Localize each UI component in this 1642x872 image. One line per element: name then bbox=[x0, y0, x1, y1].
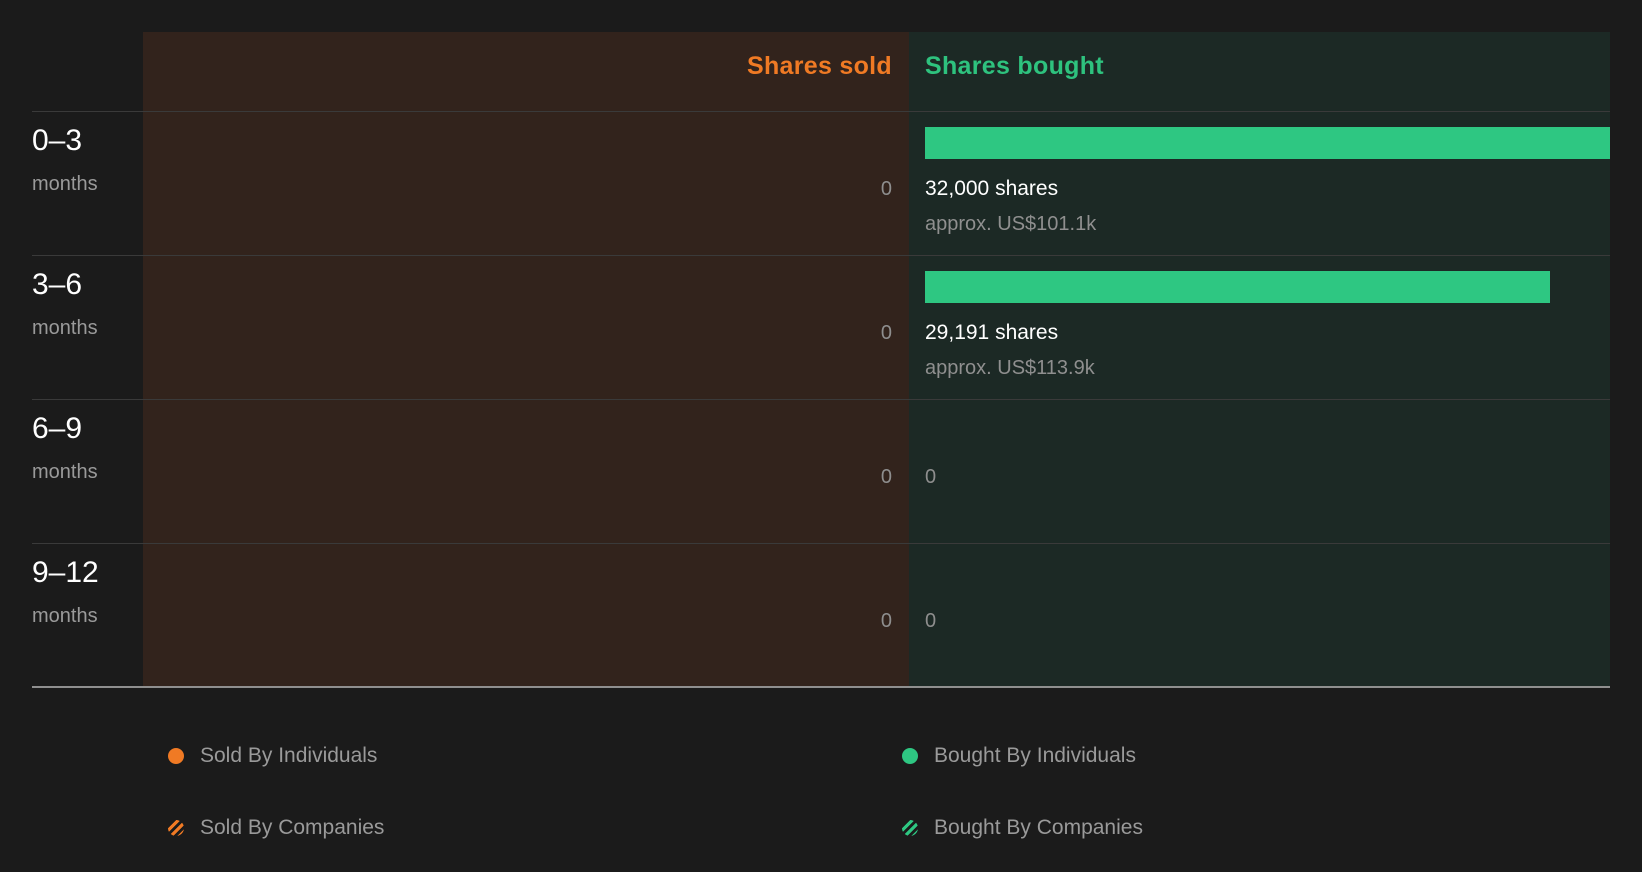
period-row: 9–12 months 0 0 bbox=[0, 544, 1642, 688]
period-unit-label: months bbox=[32, 605, 98, 627]
shares-bought-zero: 0 bbox=[925, 466, 937, 488]
period-row: 6–9 months 0 0 bbox=[0, 400, 1642, 544]
shares-bought-header: Shares bought bbox=[925, 52, 1104, 80]
shares-sold-header: Shares sold bbox=[746, 52, 892, 80]
shares-sold-value: 0 bbox=[880, 322, 892, 344]
legend-swatch-icon bbox=[902, 748, 918, 764]
insider-trading-chart: Shares sold Shares bought 0–3 months 0 3… bbox=[0, 0, 1642, 872]
legend-hatched-swatch-icon bbox=[902, 820, 918, 836]
period-row: 3–6 months 0 29,191 shares approx. US$11… bbox=[0, 256, 1642, 400]
legend-label: Sold By Individuals bbox=[200, 744, 378, 767]
period-unit-label: months bbox=[32, 461, 98, 483]
legend-swatch-icon bbox=[168, 748, 184, 764]
legend-label: Bought By Companies bbox=[934, 816, 1143, 839]
legend-label: Sold By Companies bbox=[200, 816, 385, 839]
legend-item-sold-individuals[interactable]: Sold By Individuals bbox=[168, 741, 377, 771]
period-range-label: 0–3 bbox=[32, 124, 83, 157]
period-range-label: 3–6 bbox=[32, 268, 83, 301]
legend-item-sold-companies[interactable]: Sold By Companies bbox=[168, 813, 384, 843]
legend-hatched-swatch-icon bbox=[168, 820, 184, 836]
shares-sold-value: 0 bbox=[880, 466, 892, 488]
period-unit-label: months bbox=[32, 317, 98, 339]
period-range-label: 6–9 bbox=[32, 412, 83, 445]
shares-bought-count: 32,000 shares bbox=[925, 177, 1059, 200]
shares-bought-approx-value: approx. US$113.9k bbox=[925, 357, 1095, 379]
shares-sold-value: 0 bbox=[880, 610, 892, 632]
period-unit-label: months bbox=[32, 173, 98, 195]
legend-item-bought-companies[interactable]: Bought By Companies bbox=[902, 813, 1143, 843]
shares-bought-bar bbox=[925, 127, 1610, 159]
shares-bought-count: 29,191 shares bbox=[925, 321, 1059, 344]
period-range-label: 9–12 bbox=[32, 556, 99, 589]
period-row: 0–3 months 0 32,000 shares approx. US$10… bbox=[0, 112, 1642, 256]
shares-bought-approx-value: approx. US$101.1k bbox=[925, 213, 1097, 235]
legend-label: Bought By Individuals bbox=[934, 744, 1136, 767]
legend-item-bought-individuals[interactable]: Bought By Individuals bbox=[902, 741, 1136, 771]
shares-bought-zero: 0 bbox=[925, 610, 937, 632]
shares-sold-value: 0 bbox=[880, 178, 892, 200]
shares-bought-bar bbox=[925, 271, 1550, 303]
